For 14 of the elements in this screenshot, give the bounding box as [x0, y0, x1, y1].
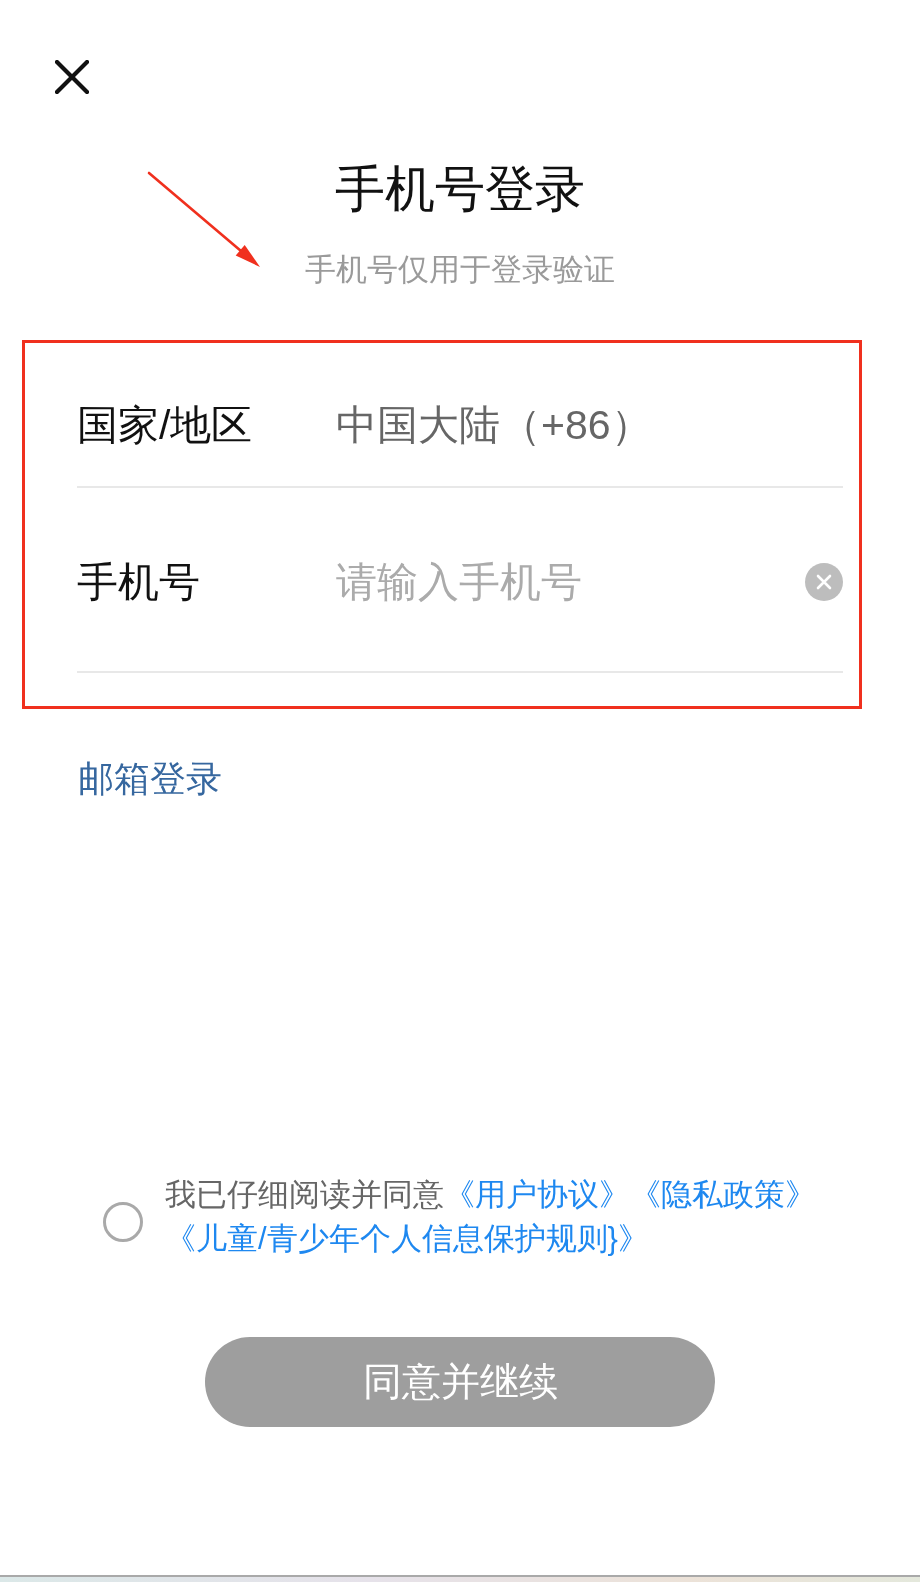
- phone-input[interactable]: 请输入手机号: [336, 557, 793, 607]
- policy-link[interactable]: 《隐私政策》: [630, 1177, 816, 1212]
- radio-button[interactable]: [103, 1202, 143, 1242]
- email-login-link[interactable]: 邮箱登录: [78, 759, 222, 799]
- region-value[interactable]: 中国大陆（+86）: [336, 400, 652, 450]
- page-subtitle: 手机号仅用于登录验证: [305, 251, 615, 289]
- policy-link[interactable]: 《儿童/青少年个人信息保护规则}》: [165, 1221, 649, 1256]
- agreement-text: 我已仔细阅读并同意《用户协议》《隐私政策》 《儿童/青少年个人信息保护规则}》: [165, 1176, 817, 1258]
- policy-link[interactable]: 《用户协议》: [444, 1177, 630, 1212]
- close-icon[interactable]: [55, 60, 89, 94]
- field-label: 手机号: [77, 558, 201, 607]
- field-label: 国家/地区: [77, 401, 254, 450]
- clear-icon[interactable]: [805, 563, 843, 601]
- page-title: 手机号登录: [335, 160, 585, 219]
